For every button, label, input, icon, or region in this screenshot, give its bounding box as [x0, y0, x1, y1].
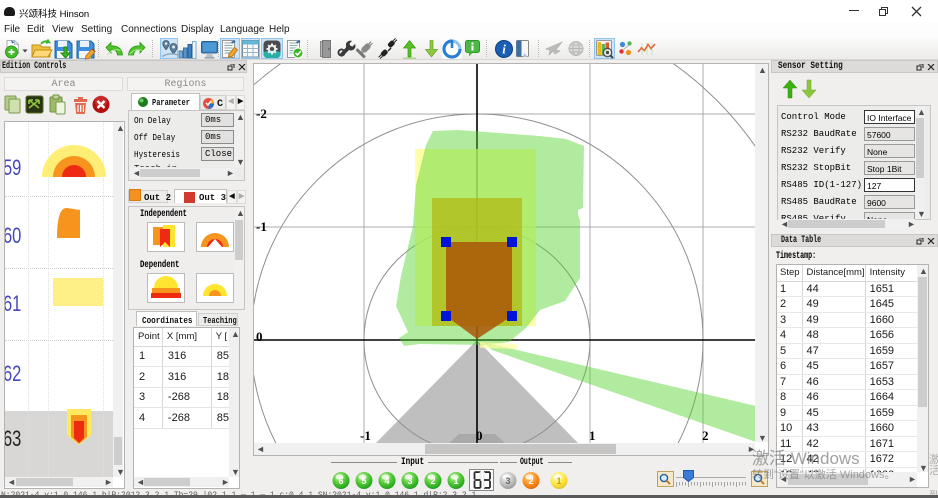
- svg-text:-1: -1: [256, 219, 267, 234]
- svg-text:2: 2: [430, 476, 435, 486]
- svg-text:1: 1: [453, 476, 458, 486]
- svg-text:0: 0: [256, 329, 263, 344]
- svg-text:2: 2: [528, 476, 533, 486]
- svg-text:5: 5: [361, 476, 366, 486]
- svg-text:2: 2: [702, 428, 709, 443]
- svg-text:-1: -1: [360, 428, 371, 443]
- svg-text:0: 0: [476, 428, 483, 443]
- svg-text:-2: -2: [256, 106, 267, 121]
- svg-text:1: 1: [589, 428, 596, 443]
- svg-text:3: 3: [407, 476, 412, 486]
- svg-text:1: 1: [556, 476, 561, 486]
- svg-text:6: 6: [338, 476, 343, 486]
- svg-text:3: 3: [505, 476, 510, 486]
- svg-text:4: 4: [384, 476, 389, 486]
- svg-text:i: i: [502, 42, 506, 57]
